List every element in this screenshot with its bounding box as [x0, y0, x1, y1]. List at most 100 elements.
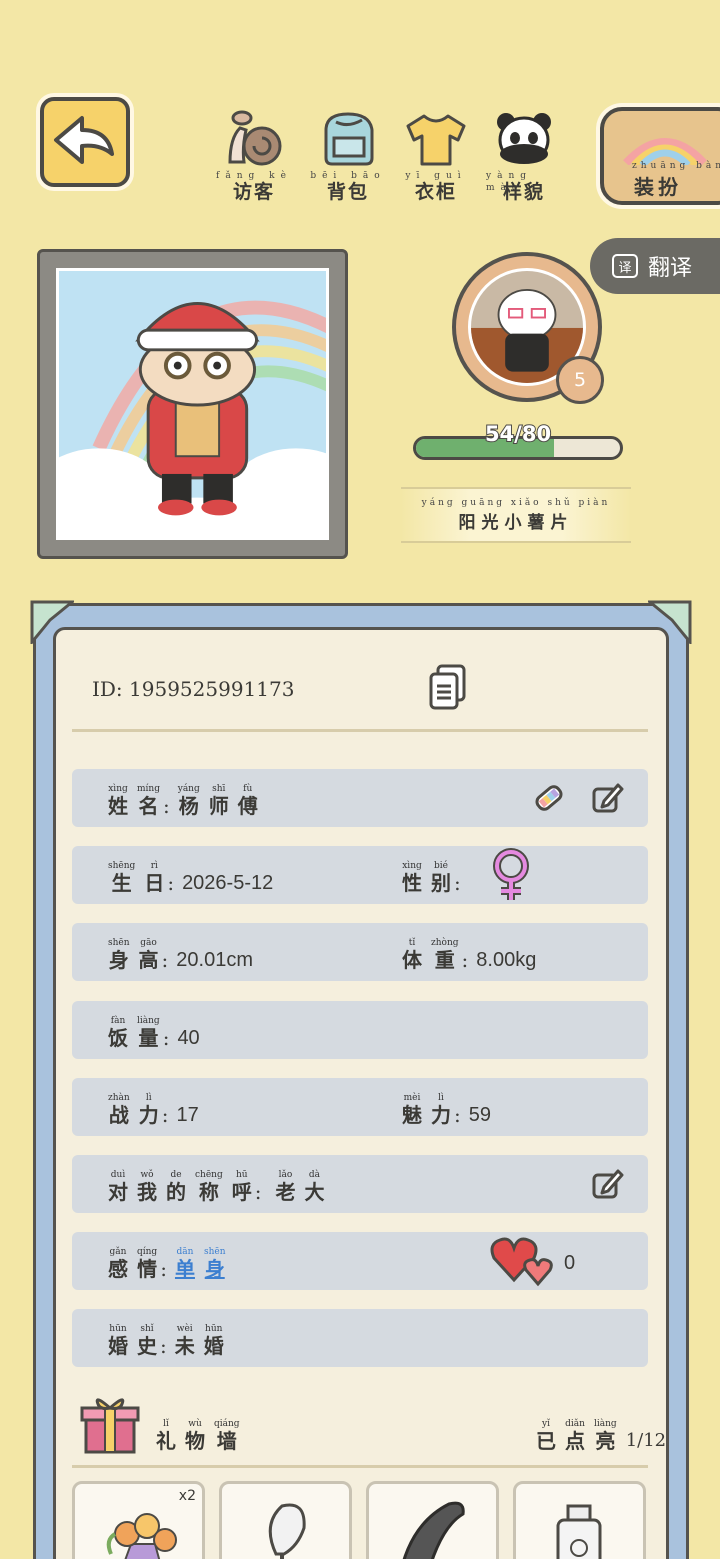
gift-slot[interactable]: x2 [72, 1481, 205, 1559]
combat-field: zhàn 战 lì 力 : 17 [108, 1092, 199, 1127]
pet-title: 阳光小薯片 [458, 512, 574, 533]
rainbow-icon [623, 138, 707, 165]
panda-icon [497, 113, 551, 164]
pet-title-pinyin: yáng guāng xiǎo shǔ piàn [421, 497, 611, 508]
pet-title-plate: yáng guāng xiǎo shǔ piàn 阳光小薯片 [401, 487, 631, 543]
dress-up-pinyin: zhuāng bàn [632, 161, 720, 171]
gift-wall-title-text: lǐ 礼 wù 物 qiáng 墙 [156, 1418, 249, 1452]
nickname-value: lǎo 老 dà 大 [275, 1169, 333, 1203]
birthday-value: 2026-5-12 [182, 872, 274, 894]
dress-up-button[interactable]: zhuāng bàn 装扮 [600, 107, 720, 205]
nav-wardrobe[interactable]: yī guì 衣柜 [398, 108, 474, 204]
pinyin-char: wèi 未 [174, 1324, 195, 1358]
appetite-field: fàn 饭 liàng 量 : 40 [108, 1016, 200, 1050]
height-field: shēn 身 gāo 高 : 20.01cm [108, 937, 254, 972]
gift-lit-label: yǐ 已 diǎn 点 liàng 亮 [536, 1418, 626, 1452]
gift-lit-count: 1/12 [625, 1430, 667, 1451]
edit-icon[interactable] [590, 1167, 624, 1201]
level-badge: 5 [556, 356, 604, 404]
gift-slot[interactable] [219, 1481, 352, 1559]
marriage-row: hūn 婚 shǐ 史 : wèi 未 hūn 婚 [72, 1309, 648, 1367]
nav-backpack-label: 背包 [326, 181, 369, 203]
charm-field: mèi 魅 lì 力 : 59 [402, 1093, 491, 1127]
id-row: ID: 1959525991173 [72, 660, 648, 732]
pinyin-char: gǎn 感 [108, 1247, 128, 1281]
pinyin-char: shēn 身 [108, 938, 130, 972]
nav-visitors[interactable]: fǎng kè 访客 [216, 108, 292, 204]
hearts-icon [490, 1237, 553, 1287]
copy-icon[interactable] [428, 664, 468, 712]
birthday-field: shēng 生 rì 日 : 2026-5-12 [108, 860, 274, 895]
pinyin-char: shēng 生 [108, 861, 136, 895]
rainbow-eraser-icon[interactable] [532, 781, 566, 815]
pinyin-char: rì 日 [144, 861, 165, 895]
pinyin-char: míng 名 [137, 784, 160, 818]
marriage-field: hūn 婚 shǐ 史 : wèi 未 hūn 婚 [108, 1309, 233, 1367]
charm-value: 59 [468, 1104, 491, 1126]
gift-slot[interactable] [513, 1481, 646, 1559]
height-weight-row: shēn 身 gāo 高 : 20.01cm tǐ 体 zhòng 重 : 8.00kg [72, 923, 648, 981]
height-value: 20.01cm [176, 949, 254, 971]
weight-field: tǐ 体 zhòng 重 : 8.00kg [402, 938, 537, 972]
gift-quantity: x2 [178, 1488, 196, 1504]
name-label: xìng 姓 míng 名 [108, 783, 169, 817]
nav-backpack[interactable]: bēi bāo 背包 [310, 108, 386, 204]
nav-wardrobe-label: 衣柜 [414, 181, 457, 203]
pinyin-char: liàng 量 [137, 1016, 160, 1050]
hearts-count: 0 [564, 1252, 576, 1274]
pinyin-char: hū 呼 [231, 1170, 252, 1204]
pinyin-char: lǎo 老 [275, 1170, 296, 1204]
name-value: yáng 杨 shī 师 fù 傅 [178, 783, 267, 817]
birthday-label: shēng 生 rì 日 [108, 860, 173, 894]
pinyin-char: shēn 身 [203, 1247, 226, 1281]
pinyin-char: hūn 婚 [108, 1324, 128, 1358]
pinyin-char: dà 大 [304, 1170, 325, 1204]
height-label: shēn 身 gāo 高 [108, 937, 168, 971]
translate-icon: 译 [612, 254, 638, 278]
nickname-field: duì 对 wǒ 我 de 的 chēng 称 hū 呼 : lǎo 老 dà 大 [108, 1155, 333, 1213]
scarf-icon [402, 1501, 465, 1559]
pet-portrait [56, 268, 329, 540]
name-row: xìng 姓 míng 名 : yáng 杨 shī 师 fù 傅 [72, 769, 648, 827]
marriage-label: hūn 婚 shǐ 史 [108, 1323, 166, 1357]
nav-appearance-label: 样貌 [502, 181, 545, 203]
back-button[interactable] [40, 97, 130, 187]
snail-icon [228, 110, 282, 166]
tshirt-icon [406, 114, 466, 166]
gender-label: xìng 性 bié 别 [402, 860, 460, 894]
pinyin-char: xìng 性 [402, 861, 422, 895]
gift-lit-field: yǐ 已 diǎn 点 liàng 亮 1/12 [536, 1392, 666, 1462]
nav-visitors-label: 访客 [232, 181, 275, 203]
gift-box-icon [80, 1398, 140, 1454]
nickname-row: duì 对 wǒ 我 de 的 chēng 称 hū 呼 : lǎo 老 dà 大 [72, 1155, 648, 1213]
combat-label: zhàn 战 lì 力 [108, 1092, 168, 1126]
gift-slot[interactable] [366, 1481, 499, 1559]
pinyin-char: bié 别 [431, 861, 451, 895]
perfume-icon [556, 1504, 602, 1559]
weight-value: 8.00kg [476, 949, 537, 971]
nickname-label: duì 对 wǒ 我 de 的 chēng 称 hū 呼 [108, 1169, 261, 1203]
backpack-icon [324, 112, 374, 166]
pinyin-char: fù 傅 [237, 784, 258, 818]
pinyin-char: qíng 情 [137, 1247, 158, 1281]
pinyin-char: qiáng 墙 [214, 1419, 240, 1453]
pinyin-char: chēng 称 [195, 1170, 223, 1204]
marriage-value: wèi 未 hūn 婚 [175, 1323, 233, 1357]
appetite-row: fàn 饭 liàng 量 : 40 [72, 1001, 648, 1059]
pinyin-char: tǐ 体 [402, 938, 422, 972]
gender-field: xìng 性 bié 别 : [402, 860, 461, 895]
combat-charm-row: zhàn 战 lì 力 : 17 mèi 魅 lì 力 : 59 [72, 1078, 648, 1136]
pinyin-char: xìng 姓 [108, 784, 128, 818]
edit-icon[interactable] [590, 781, 624, 815]
pinyin-char: zhòng 重 [431, 938, 459, 972]
gift-wall-header: lǐ 礼 wù 物 qiáng 墙 yǐ 已 diǎn 点 liàng 亮 1/12 [72, 1392, 666, 1468]
pinyin-char: yǐ 已 [536, 1419, 556, 1453]
pinyin-char: wǒ 我 [137, 1170, 157, 1204]
pinyin-char: shī 师 [208, 784, 229, 818]
nav-appearance[interactable]: yàng mào 样貌 [486, 108, 562, 204]
relationship-link[interactable]: dān 单 shēn 身 [175, 1246, 235, 1280]
translate-button[interactable]: 译 翻译 [590, 238, 720, 294]
dress-up-label: 装扮 [634, 175, 682, 199]
pinyin-char: wù 物 [185, 1419, 205, 1453]
pet-portrait-frame [37, 249, 348, 559]
